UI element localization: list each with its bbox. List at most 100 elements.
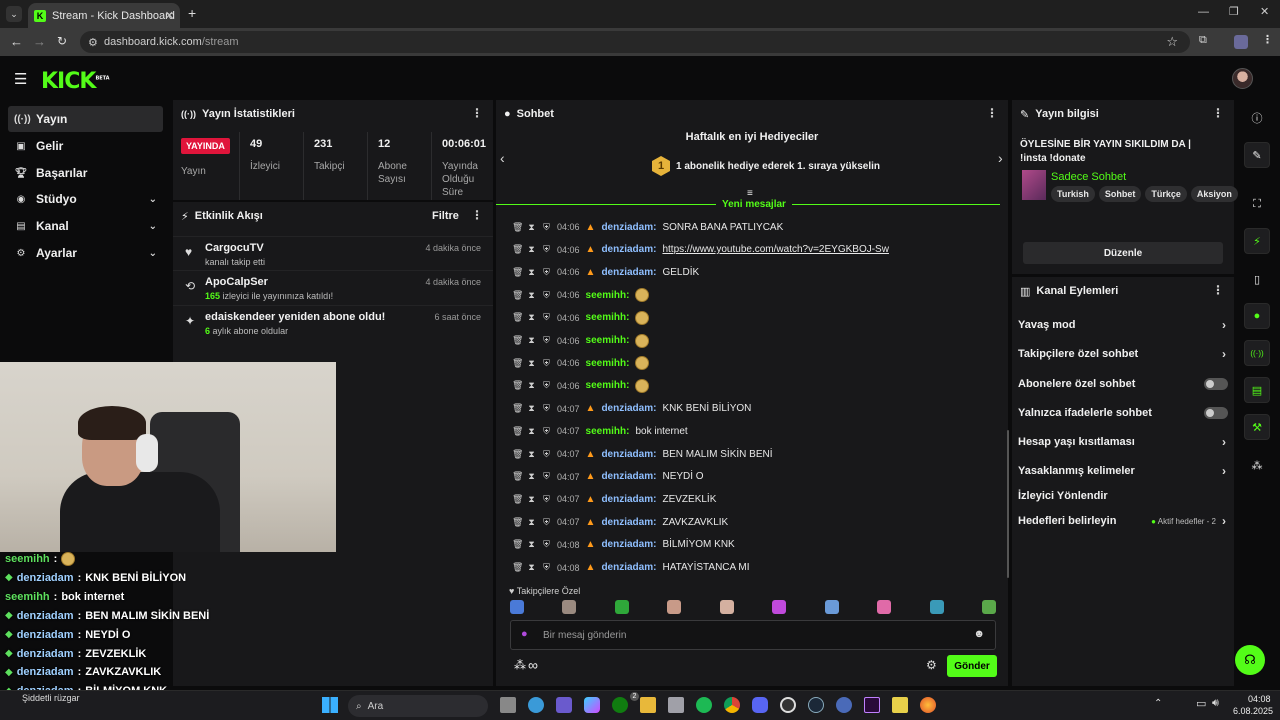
tag[interactable]: Turkish — [1051, 186, 1095, 202]
clock-time[interactable]: 04:08 — [1248, 694, 1271, 704]
task-view-icon[interactable] — [500, 697, 516, 713]
chat-scrollbar[interactable] — [1007, 430, 1009, 578]
timeout-icon[interactable]: ⧗ — [527, 358, 536, 369]
document-icon[interactable]: ▯ — [1244, 266, 1270, 292]
action-set-goals[interactable]: Hedefleri belirleyin ● Aktif hedefler - … — [1018, 510, 1228, 532]
shield-icon[interactable]: ⛨ — [542, 380, 551, 391]
delete-icon[interactable]: 🗑︎ — [512, 312, 523, 323]
tag[interactable]: Türkçe — [1145, 186, 1187, 202]
emote-icon[interactable] — [667, 600, 682, 614]
shield-icon[interactable]: ⛨ — [542, 517, 551, 528]
premiere-icon[interactable] — [864, 697, 880, 713]
firefox-icon[interactable] — [920, 697, 936, 713]
action-subscribers-only[interactable]: Abonelere özel sohbet — [1018, 373, 1228, 395]
more-options-icon[interactable]: ⋮ — [471, 106, 483, 120]
message-username[interactable]: seemihh: — [586, 312, 630, 323]
tab-close-icon[interactable]: ✕ — [165, 9, 174, 22]
obs-icon[interactable] — [780, 697, 796, 713]
timeout-icon[interactable]: ⧗ — [527, 290, 536, 301]
chat-message[interactable]: 🗑︎ ⧗ ⛨ 04:06 seemihh: — [512, 308, 650, 328]
shield-icon[interactable]: ⛨ — [542, 290, 551, 301]
shield-icon[interactable]: ⛨ — [542, 267, 551, 278]
timeout-icon[interactable]: ⧗ — [527, 222, 536, 233]
message-username[interactable]: denziadam: — [601, 222, 656, 233]
category-name[interactable]: Sadece Sohbet — [1051, 171, 1126, 183]
message-username[interactable]: denziadam: — [601, 449, 656, 460]
message-username[interactable]: denziadam: — [601, 517, 656, 528]
action-emotes-only[interactable]: Yalnızca ifadelerle sohbet — [1018, 402, 1228, 424]
chevron-left-icon[interactable]: ‹ — [500, 150, 505, 166]
sidebar-item-revenue[interactable]: ▣ Gelir — [8, 133, 163, 159]
fullscreen-icon[interactable]: ⛶ — [1244, 191, 1270, 217]
emote-icon[interactable] — [614, 600, 629, 614]
browser-tab[interactable]: K Stream - Kick Dashboard ✕ — [28, 3, 180, 28]
kick-logo[interactable]: KICKBETA — [41, 69, 110, 94]
chat-message[interactable]: 🗑︎ ⧗ ⛨ 04:06 seemihh: — [512, 285, 650, 305]
tag[interactable]: Aksiyon — [1190, 186, 1238, 202]
delete-icon[interactable]: 🗑︎ — [512, 244, 523, 255]
emote-icon[interactable] — [929, 600, 944, 614]
microphone-icon[interactable]: ● — [521, 628, 528, 640]
emote-icon[interactable] — [981, 600, 996, 614]
list-item[interactable]: ✦ edaiskendeer yeniden abone oldu! 6 ayl… — [173, 305, 493, 339]
timeout-icon[interactable]: ⧗ — [527, 471, 536, 482]
message-username[interactable]: denziadam: — [601, 539, 656, 550]
message-username[interactable]: denziadam: — [601, 403, 656, 414]
copilot-icon[interactable] — [584, 697, 600, 713]
message-username[interactable]: seemihh: — [586, 290, 630, 301]
message-username[interactable]: denziadam: — [601, 267, 656, 278]
delete-icon[interactable]: 🗑︎ — [512, 222, 523, 233]
new-tab-button[interactable]: + — [188, 5, 196, 21]
send-button[interactable]: Gönder — [947, 655, 997, 677]
clock-date[interactable]: 6.08.2025 — [1233, 706, 1273, 716]
emote-icon[interactable] — [824, 600, 839, 614]
window-close-button[interactable]: ✕ — [1260, 5, 1269, 18]
scroll-down-icon[interactable]: ≡ — [747, 188, 753, 199]
message-username[interactable]: denziadam: — [601, 562, 656, 573]
app-icon[interactable] — [528, 697, 544, 713]
delete-icon[interactable]: 🗑︎ — [512, 539, 523, 550]
list-item[interactable]: ⟲ ApoCalpSer 165 izleyici ile yayınınıza… — [173, 270, 493, 304]
action-slow-mode[interactable]: Yavaş mod › — [1018, 314, 1228, 336]
action-banned-words[interactable]: Yasaklanmış kelimeler › — [1018, 460, 1228, 482]
more-options-icon[interactable]: ⋮ — [471, 208, 483, 222]
bookmark-star-icon[interactable]: ☆ — [1166, 34, 1178, 50]
channel-actions-icon[interactable]: ▤ — [1244, 377, 1270, 403]
info-icon[interactable]: ⓘ — [1244, 105, 1270, 131]
action-followers-only[interactable]: Takipçilere özel sohbet › — [1018, 343, 1228, 365]
message-username[interactable]: denziadam: — [601, 494, 656, 505]
shield-icon[interactable]: ⛨ — [542, 312, 551, 323]
chat-message[interactable]: 🗑︎ ⧗ ⛨ 04:06 seemihh: — [512, 331, 650, 351]
weather-text[interactable]: Şiddetli rüzgar — [22, 693, 80, 703]
windows-start-icon[interactable] — [322, 697, 338, 713]
timeout-icon[interactable]: ⧗ — [527, 267, 536, 278]
shield-icon[interactable]: ⛨ — [542, 403, 551, 414]
file-explorer-icon[interactable] — [640, 697, 656, 713]
edit-button[interactable]: Düzenle — [1023, 242, 1223, 264]
shield-icon[interactable]: ⛨ — [542, 222, 551, 233]
chat-settings-icon[interactable]: ⚙ — [926, 658, 937, 672]
tray-chevron-icon[interactable]: ⌃ — [1154, 698, 1162, 709]
action-account-age[interactable]: Hesap yaşı kısıtlaması › — [1018, 431, 1228, 453]
chat-tools-icon[interactable]: ⁂ — [514, 658, 526, 672]
shield-icon[interactable]: ⛨ — [542, 449, 551, 460]
extensions-icon[interactable]: ⧉ — [1199, 34, 1207, 47]
message-username[interactable]: denziadam: — [601, 244, 656, 255]
emote-icon[interactable] — [719, 600, 734, 614]
chat-message[interactable]: 🗑︎ ⧗ ⛨ 04:07 ▲ denziadam: BEN MALIM SİKİN BENİ — [512, 444, 773, 464]
chat-message[interactable]: 🗑︎ ⧗ ⛨ 04:07 ▲ denziadam: ZAVKZAVKLIK — [512, 512, 728, 532]
delete-icon[interactable]: 🗑︎ — [512, 562, 523, 573]
delete-icon[interactable]: 🗑︎ — [512, 358, 523, 369]
delete-icon[interactable]: 🗑︎ — [512, 426, 523, 437]
chat-message[interactable]: 🗑︎ ⧗ ⛨ 04:07 ▲ denziadam: KNK BENİ BİLİYON — [512, 399, 751, 419]
tab-list-button[interactable]: ⌄ — [6, 6, 22, 22]
timeout-icon[interactable]: ⧗ — [527, 244, 536, 255]
network-icon[interactable]: ▭ — [1196, 697, 1206, 710]
timeout-icon[interactable]: ⧗ — [527, 312, 536, 323]
delete-icon[interactable]: 🗑︎ — [512, 267, 523, 278]
app-icon[interactable] — [836, 697, 852, 713]
list-item[interactable]: ♥ CargocuTV kanalı takip etti 4 dakika ö… — [173, 236, 493, 270]
timeout-icon[interactable]: ⧗ — [527, 403, 536, 414]
timeout-icon[interactable]: ⧗ — [527, 517, 536, 528]
site-info-icon[interactable]: ⚙ — [88, 36, 98, 49]
